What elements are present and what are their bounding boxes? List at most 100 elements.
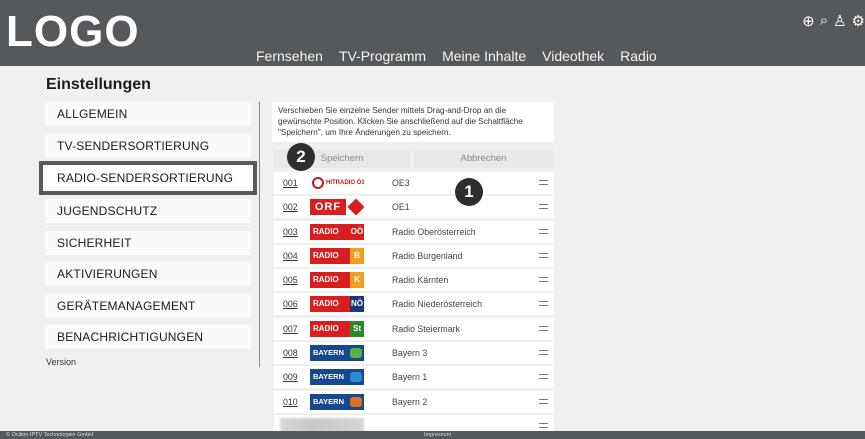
drag-handle-icon[interactable] xyxy=(539,301,548,307)
drag-handle-icon[interactable] xyxy=(539,325,548,331)
station-row[interactable]: 008 BAYERN Bayern 3 xyxy=(274,342,554,365)
station-row[interactable]: 005 RADIO K Radio Kärnten xyxy=(274,269,554,292)
add-circle-icon[interactable]: ⊕ xyxy=(802,12,815,30)
nav-meine-inhalte[interactable]: Meine Inhalte xyxy=(442,48,526,64)
station-logo: BAYERN xyxy=(310,345,364,362)
drag-handle-icon[interactable] xyxy=(539,252,548,258)
orf-one-mark xyxy=(347,199,364,216)
station-row[interactable]: 002 ORF OE1 xyxy=(274,196,554,219)
version-label: Version xyxy=(46,357,77,367)
station-row[interactable]: 010 BAYERN Bayern 2 xyxy=(274,390,554,413)
station-logo-tag: B xyxy=(350,247,364,264)
station-logo: BAYERN xyxy=(310,369,364,386)
drag-handle-icon[interactable] xyxy=(539,180,548,185)
cancel-button[interactable]: Abbrechen xyxy=(414,150,553,168)
station-logo: RADIO OÖ xyxy=(310,223,364,240)
station-logo-text: BAYERN xyxy=(313,396,344,406)
station-logo-tag xyxy=(350,348,362,359)
station-name: Radio Niederösterreich xyxy=(392,299,482,310)
station-number[interactable]: 002 xyxy=(283,202,298,212)
menu-item-ger-temanagement[interactable]: GERÄTEMANAGEMENT xyxy=(45,293,251,318)
station-row[interactable]: 003 RADIO OÖ Radio Oberösterreich xyxy=(274,220,554,243)
user-icon[interactable]: ♙ xyxy=(833,12,846,30)
annotation-badge-2: 2 xyxy=(287,143,315,171)
drag-handle-icon[interactable] xyxy=(539,422,548,428)
station-name: Bayern 1 xyxy=(392,372,428,383)
station-logo-text: BAYERN xyxy=(313,372,344,382)
menu-item-aktivierungen[interactable]: AKTIVIERUNGEN xyxy=(45,262,251,286)
station-logo: RADIO K xyxy=(310,272,364,289)
station-number[interactable]: 009 xyxy=(283,372,298,382)
station-logo-text: RADIO xyxy=(313,250,339,260)
station-number[interactable]: 008 xyxy=(283,348,298,358)
station-row[interactable]: 009 BAYERN Bayern 1 xyxy=(274,366,554,389)
impressum-link[interactable]: Impressum xyxy=(424,431,451,439)
drag-handle-icon[interactable] xyxy=(539,350,548,356)
nav-tv-programm[interactable]: TV-Programm xyxy=(339,48,426,64)
station-logo-tag xyxy=(350,396,362,407)
station-name: OE3 xyxy=(392,178,410,188)
menu-item-sicherheit[interactable]: SICHERHEIT xyxy=(45,230,251,255)
station-name: Bayern 2 xyxy=(392,396,428,407)
station-logo: HITRADIO Ö3 xyxy=(310,175,364,191)
station-row[interactable]: 006 RADIO NÖ Radio Niederösterreich xyxy=(274,293,554,316)
station-name: Radio Burgenland xyxy=(392,250,463,261)
station-name: Bayern 3 xyxy=(392,348,428,359)
menu-item-allgemein[interactable]: ALLGEMEIN xyxy=(45,102,251,126)
logo[interactable]: LOGO xyxy=(6,4,140,60)
settings-menu: ALLGEMEIN TV-SENDERSORTIERUNG RADIO-SENDER… xyxy=(39,102,257,357)
menu-item-jugendschutz[interactable]: JUGENDSCHUTZ xyxy=(45,199,251,223)
station-name: Radio Steiermark xyxy=(392,323,460,334)
station-logo-tag: NÖ xyxy=(350,296,364,313)
drag-handle-icon[interactable] xyxy=(539,204,548,210)
drag-handle-icon[interactable] xyxy=(539,228,548,234)
nav-videothek[interactable]: Videothek xyxy=(542,48,604,64)
station-number[interactable]: 007 xyxy=(283,324,298,334)
station-logo-text: RADIO xyxy=(313,275,339,285)
station-logo-tag: OÖ xyxy=(350,223,364,240)
orf-logo-box: ORF xyxy=(310,199,346,216)
drag-handle-icon[interactable] xyxy=(539,277,548,283)
station-logo-text: HITRADIO Ö3 xyxy=(326,180,364,186)
search-icon[interactable]: ⌕ xyxy=(820,12,828,30)
station-name: OE1 xyxy=(392,202,410,213)
main-nav: Fernsehen TV-Programm Meine Inhalte Vide… xyxy=(256,48,673,64)
station-logo-tag: St xyxy=(350,320,364,337)
station-logo: RADIO St xyxy=(310,320,364,337)
station-row[interactable]: 001 HITRADIO Ö3 OE3 xyxy=(274,172,554,194)
station-number[interactable]: 004 xyxy=(283,251,298,261)
station-logo-text: RADIO xyxy=(313,299,339,309)
station-number[interactable]: 003 xyxy=(283,227,298,237)
header-icons: ⊕ ⌕ ♙ ⚙ xyxy=(802,12,865,30)
annotation-badge-1: 1 xyxy=(455,178,483,206)
nav-radio[interactable]: Radio xyxy=(620,48,657,64)
station-number[interactable]: 001 xyxy=(283,178,298,188)
menu-item-benachrichtigungen[interactable]: BENACHRICHTIGUNGEN xyxy=(45,325,251,349)
drag-handle-icon[interactable] xyxy=(539,374,548,380)
nav-fernsehen[interactable]: Fernsehen xyxy=(256,48,323,64)
station-number[interactable]: 005 xyxy=(283,275,298,285)
station-logo-tag xyxy=(350,372,362,383)
menu-item-tv-sendersortierung[interactable]: TV-SENDERSORTIERUNG xyxy=(45,133,251,158)
station-logo-text: RADIO xyxy=(313,323,339,333)
station-row[interactable]: 007 RADIO St Radio Steiermark xyxy=(274,317,554,340)
station-number[interactable]: 010 xyxy=(283,397,298,407)
settings-icon[interactable]: ⚙ xyxy=(852,12,865,30)
footer: © Ocilion IPTV Technologies GmbH Impress… xyxy=(0,431,865,439)
station-name: Radio Kärnten xyxy=(392,275,449,286)
drag-handle-icon[interactable] xyxy=(539,398,548,404)
station-number[interactable]: 006 xyxy=(283,299,298,309)
station-logo: BAYERN xyxy=(310,393,364,410)
station-name: Radio Oberösterreich xyxy=(392,226,476,237)
oe3-circle xyxy=(312,177,324,189)
station-list: 001 HITRADIO Ö3 OE3 002 ORF OE1 003 RADIO OÖ Radi… xyxy=(274,172,554,439)
copyright-text: © Ocilion IPTV Technologies GmbH xyxy=(6,432,94,438)
station-logo: RADIO NÖ xyxy=(310,296,364,313)
station-logo: ORF xyxy=(310,199,364,216)
station-logo-tag: K xyxy=(350,272,364,289)
station-row[interactable]: 004 RADIO B Radio Burgenland xyxy=(274,244,554,267)
station-logo: RADIO B xyxy=(310,247,364,264)
menu-item-radio-sendersortierung[interactable]: RADIO-SENDERSORTIERUNG xyxy=(39,161,257,195)
info-text: Verschieben Sie einzelne Sender mittels … xyxy=(272,102,554,142)
page-title: Einstellungen xyxy=(46,76,151,93)
